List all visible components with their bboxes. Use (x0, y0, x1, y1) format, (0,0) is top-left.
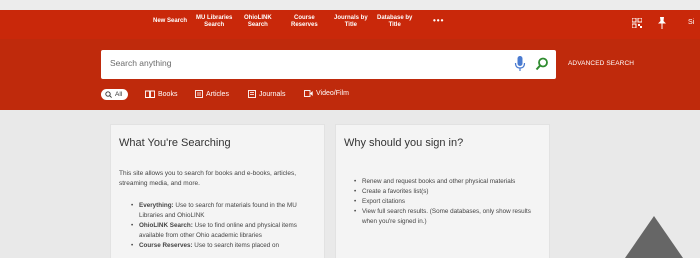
filter-all[interactable]: All (101, 89, 129, 100)
list-item: View full search results. (Some database… (352, 207, 544, 227)
list-item: Create a favorites list(s) (352, 187, 544, 197)
card-title: What You're Searching (119, 137, 231, 149)
filter-all-label: All (115, 91, 123, 98)
advanced-search-link[interactable]: ADVANCED SEARCH (568, 60, 634, 67)
filter-articles[interactable]: Articles (195, 90, 229, 98)
book-icon (145, 90, 155, 98)
search-icon (105, 91, 112, 98)
search-input[interactable] (110, 58, 490, 68)
journal-icon (248, 90, 256, 98)
card-intro: This site allows you to search for books… (119, 170, 297, 187)
list-item-term: OhioLINK Search: (139, 222, 193, 229)
nav-ohiolink-search[interactable]: OhioLINK Search (244, 15, 272, 29)
list-item: Everything: Use to search for materials … (129, 201, 319, 221)
nav-mu-libraries-search[interactable]: MU Libraries Search (196, 15, 232, 29)
list-item-text: Use to search items placed on (192, 242, 280, 249)
filter-video-film-label: Video/Film (316, 90, 349, 97)
nav-database-by-title[interactable]: Database by Title (377, 15, 412, 29)
filter-video-film[interactable]: Video/Film (304, 90, 349, 97)
nav-course-reserves[interactable]: Course Reserves (291, 15, 318, 29)
list-item-term: Everything: (139, 202, 174, 209)
nav-new-search[interactable]: New Search (153, 18, 187, 25)
scroll-to-top-triangle-icon[interactable] (625, 216, 683, 258)
video-icon (304, 90, 313, 97)
why-sign-in-card: Why should you sign in? Renew and reques… (335, 124, 550, 258)
search-box[interactable] (101, 50, 556, 79)
nav-more-menu[interactable]: ••• (433, 16, 444, 25)
what-youre-searching-card: What You're Searching This site allows y… (110, 124, 325, 258)
filter-journals-label: Journals (259, 90, 286, 98)
search-scope-list: Everything: Use to search for materials … (129, 201, 319, 251)
card-title: Why should you sign in? (344, 137, 464, 149)
list-item: Renew and request books and other physic… (352, 177, 544, 187)
filter-books-label: Books (158, 90, 178, 98)
list-item: Course Reserves: Use to search items pla… (129, 241, 319, 251)
filter-journals[interactable]: Journals (248, 90, 285, 98)
top-navbar: New Search MU Libraries Search OhioLINK … (0, 10, 700, 39)
sign-in-link[interactable]: Si (688, 19, 694, 26)
nav-journals-by-title[interactable]: Journals by Title (334, 15, 368, 29)
qr-code-icon[interactable] (632, 18, 642, 28)
sign-in-benefits-list: Renew and request books and other physic… (352, 177, 544, 227)
list-item: OhioLINK Search: Use to find online and … (129, 221, 319, 241)
list-item-term: Course Reserves: (139, 242, 193, 249)
pin-icon[interactable] (657, 17, 667, 29)
microphone-icon[interactable] (514, 56, 526, 72)
list-item: Export citations (352, 197, 544, 207)
browser-top-strip (0, 0, 700, 10)
article-icon (195, 90, 203, 98)
filter-articles-label: Articles (206, 90, 229, 98)
filter-books[interactable]: Books (145, 90, 177, 98)
search-icon[interactable] (535, 57, 549, 71)
